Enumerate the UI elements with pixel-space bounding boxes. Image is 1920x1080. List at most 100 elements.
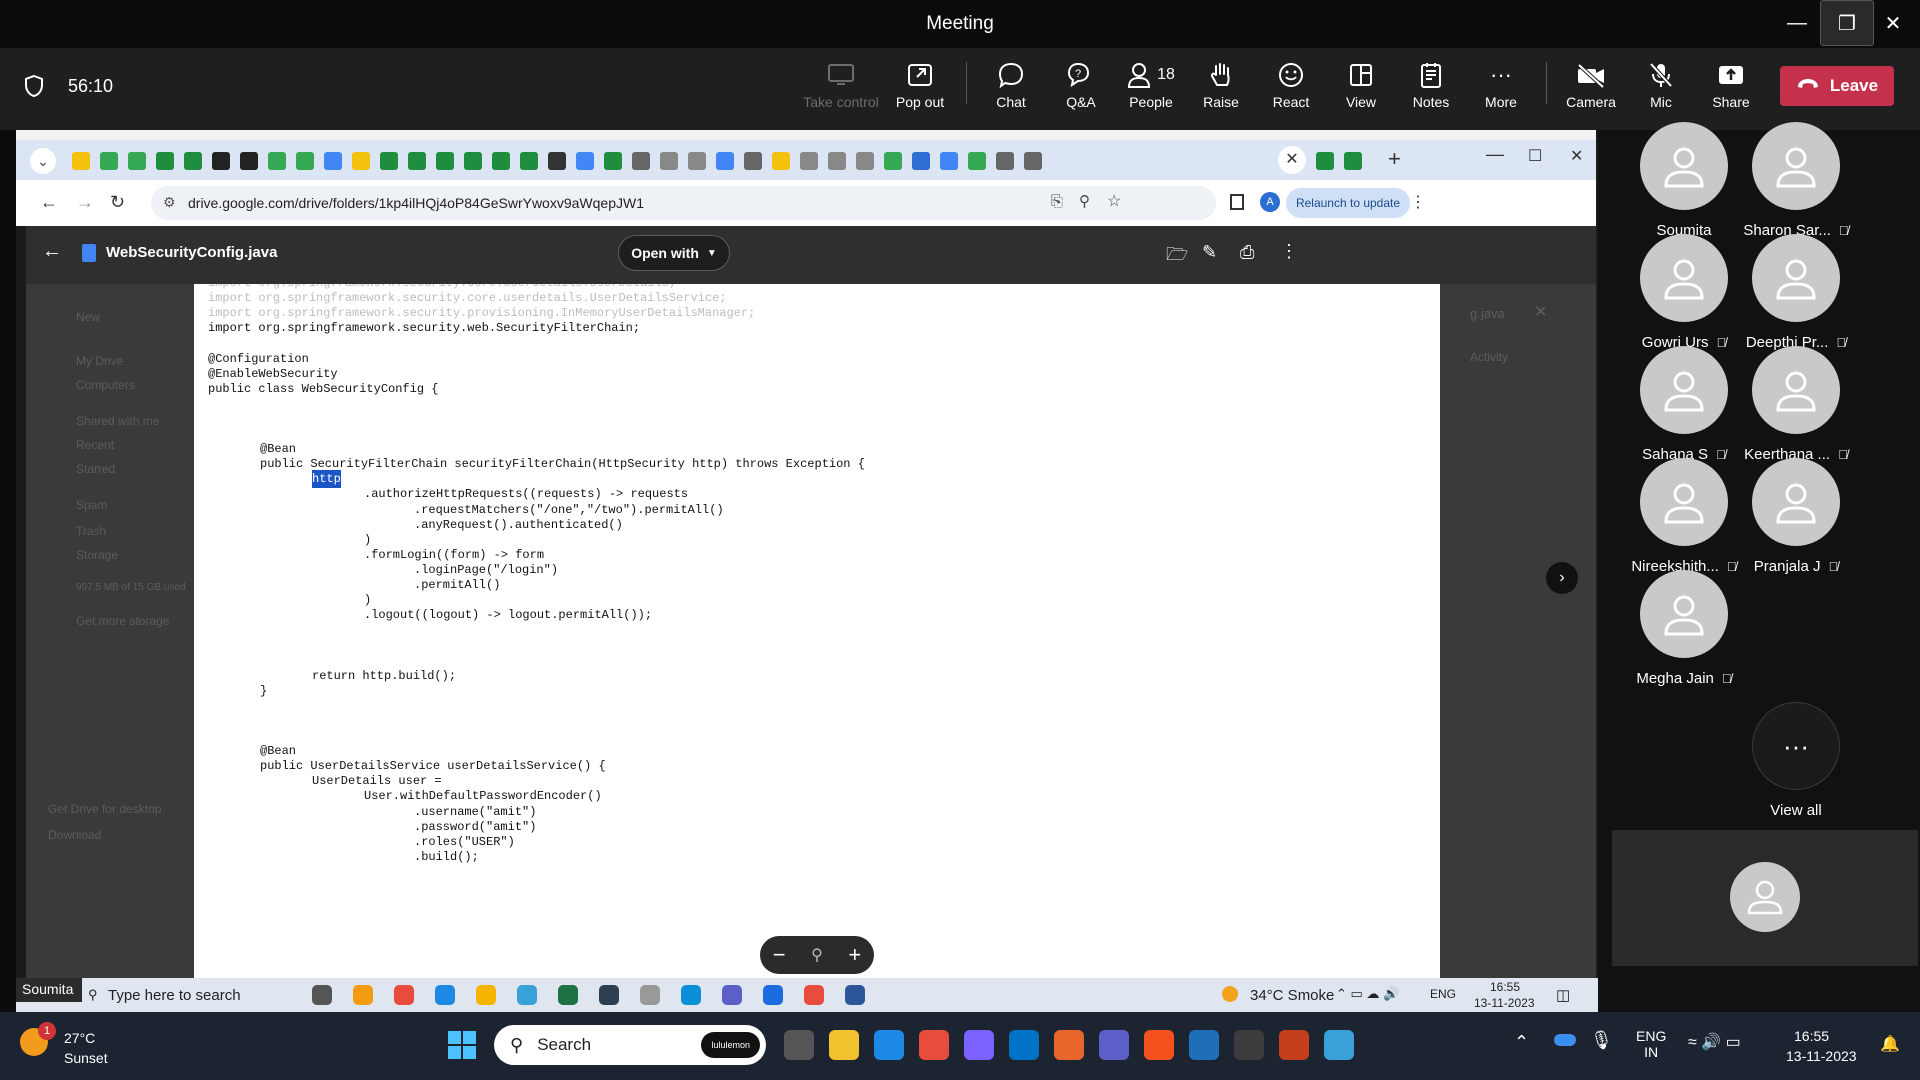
network-volume-battery-icons[interactable]: ≈ 🔊 ▭ (1688, 1032, 1741, 1052)
participant-tile[interactable]: Soumita (1624, 122, 1744, 239)
new-tab-button[interactable]: + (1388, 146, 1401, 172)
active-tab-close[interactable]: ✕ (1278, 146, 1306, 174)
browser-tab-favicon[interactable] (212, 152, 230, 170)
taskbar-app-icon[interactable] (1144, 1030, 1174, 1060)
browser-minimize-button[interactable]: — (1486, 144, 1504, 165)
site-info-icon[interactable]: ⚙ (163, 194, 176, 211)
browser-tab-favicon[interactable] (1024, 152, 1042, 170)
shared-taskbar-app-icon[interactable] (804, 985, 824, 1005)
show-hidden-icons[interactable]: ⌃ (1514, 1032, 1529, 1053)
relaunch-button[interactable]: Relaunch to update (1286, 188, 1410, 218)
participant-tile[interactable]: Pranjala J 🎙̸ (1736, 458, 1856, 575)
browser-tab-favicon[interactable] (744, 152, 762, 170)
view-button[interactable]: View (1326, 58, 1396, 122)
participant-tile[interactable]: Sharon Sar... 🎙̸ (1736, 122, 1856, 239)
camera-button[interactable]: Camera (1556, 58, 1626, 122)
side-panel-icon[interactable] (1230, 194, 1244, 210)
shared-taskbar-app-icon[interactable] (394, 985, 414, 1005)
notification-icon[interactable]: ◫ (1556, 986, 1570, 1004)
zoom-in-button[interactable]: + (848, 942, 861, 968)
shared-taskbar-app-icon[interactable] (558, 985, 578, 1005)
onedrive-icon[interactable] (1554, 1034, 1576, 1046)
more-button[interactable]: ··· More (1466, 58, 1536, 122)
browser-tab-favicon[interactable] (352, 152, 370, 170)
browser-tab-favicon[interactable] (240, 152, 258, 170)
shared-taskbar-app-icon[interactable] (353, 985, 373, 1005)
taskbar-app-icon[interactable] (829, 1030, 859, 1060)
shared-taskbar-app-icon[interactable] (640, 985, 660, 1005)
preview-back-icon[interactable]: ← (42, 240, 62, 263)
browser-tab-favicon[interactable] (884, 152, 902, 170)
browser-tab-favicon[interactable] (576, 152, 594, 170)
taskbar-app-icon[interactable] (1054, 1030, 1084, 1060)
browser-tab-favicon[interactable] (856, 152, 874, 170)
browser-tab-favicon[interactable] (548, 152, 566, 170)
participant-tile[interactable]: Sahana S 🎙̸ (1624, 346, 1744, 463)
participant-tile[interactable]: Megha Jain 🎙̸ (1624, 570, 1744, 687)
browser-tab-favicon[interactable] (940, 152, 958, 170)
taskbar-app-icon[interactable] (1324, 1030, 1354, 1060)
shared-taskbar-app-icon[interactable] (845, 985, 865, 1005)
browser-tab-favicon[interactable] (128, 152, 146, 170)
taskbar-app-icon[interactable] (1099, 1030, 1129, 1060)
people-button[interactable]: 18 People (1116, 58, 1186, 122)
profile-avatar[interactable]: A (1260, 192, 1280, 212)
close-button[interactable]: ✕ (1866, 0, 1920, 46)
browser-tab-favicon[interactable] (828, 152, 846, 170)
shared-taskbar-app-icon[interactable] (763, 985, 783, 1005)
browser-tab-favicon[interactable] (1344, 152, 1362, 170)
install-app-icon[interactable]: ⎘ (1051, 193, 1063, 210)
bookmark-star-icon[interactable]: ☆ (1107, 191, 1121, 211)
clock-time[interactable]: 16:55 (1794, 1028, 1829, 1044)
shared-taskbar-app-icon[interactable] (435, 985, 455, 1005)
browser-tab-favicon[interactable] (268, 152, 286, 170)
browser-close-button[interactable]: ✕ (1570, 146, 1583, 166)
participant-tile[interactable]: Nireekshith... 🎙̸ (1624, 458, 1744, 575)
minimize-button[interactable]: — (1770, 0, 1824, 46)
next-file-button[interactable]: › (1546, 562, 1578, 594)
browser-tab-favicon[interactable] (520, 152, 538, 170)
browser-tab-favicon[interactable] (800, 152, 818, 170)
clock-date[interactable]: 13-11-2023 (1786, 1048, 1857, 1064)
tab-search-button[interactable]: ⌄ (30, 148, 56, 174)
browser-tab-favicon[interactable] (100, 152, 118, 170)
browser-tab-favicon[interactable] (604, 152, 622, 170)
browser-tab-favicon[interactable] (296, 152, 314, 170)
add-to-drive-icon[interactable]: 🗁 (1166, 242, 1188, 272)
taskbar-app-icon[interactable] (964, 1030, 994, 1060)
browser-tab-favicon[interactable] (772, 152, 790, 170)
browser-tab-favicon[interactable] (660, 152, 678, 170)
browser-tab-favicon[interactable] (968, 152, 986, 170)
print-icon[interactable]: ⎙ (1240, 242, 1254, 263)
taskbar-search[interactable]: ⚲ Search lululemon (494, 1025, 766, 1065)
browser-tab-favicon[interactable] (716, 152, 734, 170)
input-language[interactable]: ENG IN (1636, 1028, 1666, 1060)
shared-taskbar-app-icon[interactable] (722, 985, 742, 1005)
participant-tile[interactable]: Gowri Urs 🎙̸ (1624, 234, 1744, 351)
browser-tab-favicon[interactable] (996, 152, 1014, 170)
take-control-button[interactable]: Take control (803, 58, 879, 122)
browser-tab-favicon[interactable] (492, 152, 510, 170)
browser-menu-icon[interactable]: ⋮ (1410, 192, 1426, 212)
raise-hand-button[interactable]: Raise (1186, 58, 1256, 122)
zoom-icon[interactable]: ⚲ (1079, 192, 1090, 210)
add-comment-icon[interactable]: ✎ (1202, 242, 1217, 263)
weather-temp[interactable]: 27°C (64, 1030, 95, 1046)
mic-muted-tray-icon[interactable]: 🎙 (1590, 1030, 1613, 1051)
browser-tab-favicon[interactable] (632, 152, 650, 170)
pop-out-button[interactable]: Pop out (885, 58, 955, 122)
browser-tab-favicon[interactable] (408, 152, 426, 170)
share-button[interactable]: Share (1696, 58, 1766, 122)
open-with-button[interactable]: Open with ▼ (618, 235, 730, 271)
browser-tab-favicon[interactable] (912, 152, 930, 170)
leave-button[interactable]: Leave (1780, 66, 1894, 106)
taskbar-app-icon[interactable] (1279, 1030, 1309, 1060)
browser-tab-favicon[interactable] (324, 152, 342, 170)
back-arrow-icon[interactable]: ← (40, 192, 58, 213)
shared-taskbar-app-icon[interactable] (681, 985, 701, 1005)
forward-arrow-icon[interactable]: → (76, 192, 94, 213)
taskbar-app-icon[interactable] (1189, 1030, 1219, 1060)
windows-start-icon[interactable] (448, 1031, 476, 1059)
participant-tile[interactable]: Deepthi Pr... 🎙̸ (1736, 234, 1856, 351)
preview-more-icon[interactable]: ⋮ (1280, 241, 1298, 262)
